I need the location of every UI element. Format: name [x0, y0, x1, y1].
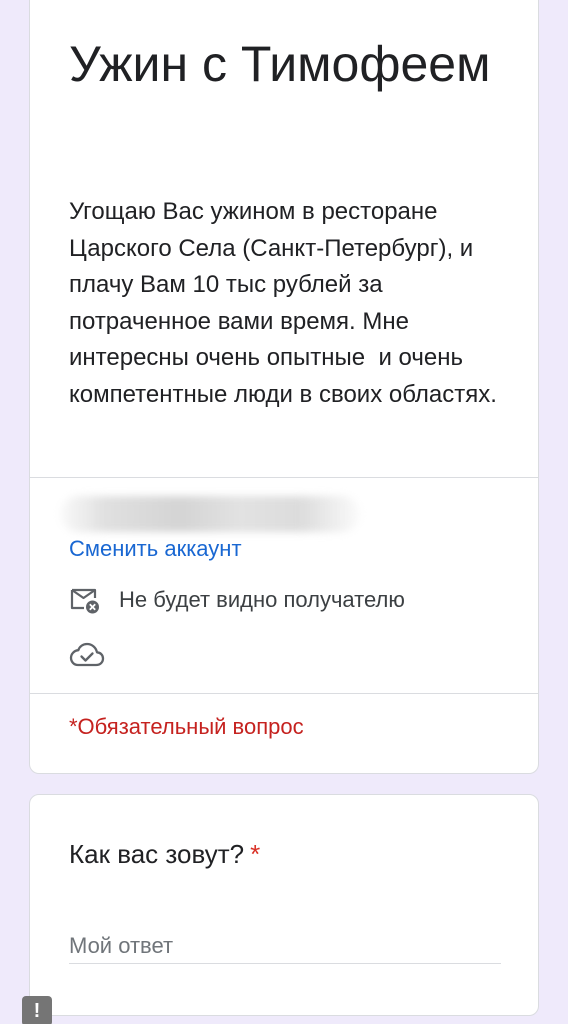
divider	[30, 477, 538, 478]
cloud-check-icon	[69, 640, 105, 670]
blurred-account-email	[60, 496, 360, 532]
form-description: Угощаю Вас ужином в ресторане Царского С…	[69, 198, 497, 408]
question-title: Как вас зовут? *	[69, 839, 260, 870]
visibility-notice: Не будет видно получателю	[69, 584, 405, 616]
question-label: Как вас зовут?	[69, 839, 245, 869]
required-asterisk: *	[250, 839, 261, 869]
form-title: Ужин с Тимофеем	[69, 36, 491, 92]
form-header-card: Ужин с Тимофеем Угощаю Вас ужином в рест…	[29, 0, 539, 774]
required-question-note: *Обязательный вопрос	[69, 714, 304, 739]
visibility-notice-text: Не будет видно получателю	[119, 587, 405, 612]
switch-account-link[interactable]: Сменить аккаунт	[69, 536, 242, 562]
page: Ужин с Тимофеем Угощаю Вас ужином в рест…	[0, 0, 568, 1024]
divider	[30, 693, 538, 694]
answer-input[interactable]	[69, 929, 501, 964]
alert-icon[interactable]: !	[22, 996, 52, 1024]
mail-hidden-icon	[69, 584, 101, 616]
question-card: Как вас зовут? *	[29, 794, 539, 1016]
